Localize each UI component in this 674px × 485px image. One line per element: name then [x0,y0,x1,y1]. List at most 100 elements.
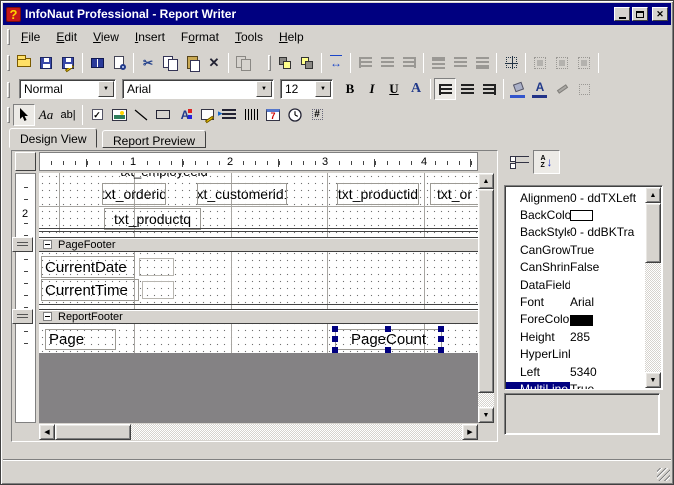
clipped-field[interactable]: txt_employeeid [97,173,231,180]
barcode-tool[interactable] [240,104,262,126]
align-rights-button[interactable] [398,52,420,74]
toolbar-grip[interactable] [268,54,271,71]
collapse-icon[interactable] [43,312,52,321]
field-currenttime[interactable]: CurrentTime [41,279,139,301]
property-name[interactable]: CanShrink [506,260,570,274]
property-name[interactable]: MultiLine [506,381,570,389]
scroll-right-button[interactable]: ▶ [462,424,478,440]
align-right-button[interactable] [478,78,500,100]
richtext-tool[interactable]: A [174,104,196,126]
field-txt-productq[interactable]: txt_productq [104,208,201,230]
copy-button[interactable] [159,52,181,74]
menu-help[interactable]: Help [271,28,312,46]
menu-grip[interactable] [7,28,10,45]
field-txt-productid[interactable]: txt_productid [337,183,419,205]
page-number-tool[interactable]: # [306,104,328,126]
page-break-tool[interactable] [218,104,240,126]
property-value[interactable]: 5340 [570,365,645,379]
cut-button[interactable]: ✂ [137,52,159,74]
property-value[interactable]: True [570,243,645,257]
property-row-datafield[interactable]: DataField [506,276,645,293]
property-value[interactable]: False [570,260,645,274]
border-button[interactable] [573,78,595,100]
property-row-height[interactable]: Height 285 [506,328,645,345]
size-combo[interactable]: 12 ▼ [280,79,333,99]
fill-color-button[interactable] [507,78,529,100]
resize-grip[interactable] [657,468,670,481]
toolbar-grip[interactable] [7,54,10,71]
field-txt-customerid1[interactable]: txt_customerid1 [197,183,287,205]
align-lefts-button[interactable] [354,52,376,74]
bold-button[interactable]: B [339,78,361,100]
menu-file[interactable]: File [13,28,48,46]
bring-to-front-button[interactable] [274,52,296,74]
italic-button[interactable]: I [361,78,383,100]
field-currentdate[interactable]: CurrentDate [41,256,135,278]
property-name[interactable]: DataField [506,278,570,292]
v-scrollbar-thumb[interactable] [478,189,494,393]
align-middles-button[interactable] [449,52,471,74]
property-value[interactable] [570,312,645,326]
tab-report-preview[interactable]: Report Preview [102,130,207,148]
line-tool[interactable] [130,104,152,126]
pointer-tool[interactable] [13,103,35,126]
checkbox-tool[interactable]: ✓ [86,104,108,126]
property-row-alignment[interactable]: Alignment 0 - ddTXLeft [506,189,645,206]
toolbar-grip[interactable] [7,81,10,98]
band-header-reportfooter[interactable]: ReportFooter [39,309,478,324]
horizontal-spacing-button[interactable]: ↔ [325,52,347,74]
chevron-down-icon[interactable]: ▼ [315,81,331,97]
property-name[interactable]: Alignment [506,191,570,205]
font-button[interactable]: A [405,78,427,100]
properties-scrollbar[interactable]: ▲ ▼ [645,187,661,388]
highlight-button[interactable] [551,78,573,100]
rectangle-tool[interactable] [152,104,174,126]
menu-insert[interactable]: Insert [127,28,173,46]
property-value[interactable]: 0 - ddBKTra [570,225,645,239]
empty-field[interactable] [139,258,174,276]
property-name[interactable]: HyperLink [506,347,570,361]
reorder-button[interactable] [232,52,254,74]
font-color-button[interactable]: A [529,78,551,100]
image-tool[interactable] [108,104,130,126]
property-row-backstyle[interactable]: BackStyle 0 - ddBKTra [506,224,645,241]
app-icon[interactable]: ? [6,6,21,22]
menu-format[interactable]: Format [173,28,227,46]
chevron-down-icon[interactable]: ▼ [256,81,272,97]
size-to-tallest-button[interactable] [551,52,573,74]
save-button[interactable] [35,52,57,74]
print-preview-button[interactable] [108,52,130,74]
underline-button[interactable]: U [383,78,405,100]
property-row-backcolor[interactable]: BackColor [506,206,645,223]
time-tool[interactable] [284,104,306,126]
band-handle[interactable] [12,309,33,324]
field-page[interactable]: Page [45,329,116,350]
property-row-hyperlink[interactable]: HyperLink [506,346,645,363]
field-txt-orderid[interactable]: txt_orderid [102,183,166,205]
label-tool[interactable]: Aa [35,104,57,126]
property-row-canshrink[interactable]: CanShrinkFalse [506,259,645,276]
close-button[interactable]: ✕ [652,7,668,21]
toolbar-grip[interactable] [7,106,10,123]
sort-alphabetic-button[interactable]: AZ ↓ [533,150,560,174]
font-combo[interactable]: Arial ▼ [122,79,274,99]
h-scrollbar-track[interactable] [131,424,462,440]
field-txt-or-clipped[interactable]: txt_or [430,183,478,205]
property-row-multiline[interactable]: MultiLine True [506,380,645,389]
scroll-up-button[interactable]: ▲ [478,173,494,189]
size-to-grid-button[interactable] [573,52,595,74]
scrollbar-track[interactable] [645,263,661,372]
selection-handle[interactable] [438,336,444,342]
selection-handle[interactable] [385,326,391,332]
empty-field[interactable] [142,281,174,299]
property-name[interactable]: BackStyle [506,225,570,239]
scrollbar-thumb[interactable] [645,203,661,263]
property-name[interactable]: CanGrow [506,243,570,257]
title-bar[interactable]: ? InfoNaut Professional - Report Writer … [3,3,671,25]
property-value[interactable]: Arial [570,295,645,309]
scroll-down-button[interactable]: ▼ [478,407,494,423]
property-row-font[interactable]: Font Arial [506,293,645,310]
textbox-tool[interactable]: ab| [57,104,79,126]
band-header-pagefooter[interactable]: PageFooter [39,237,478,252]
menu-edit[interactable]: Edit [48,28,85,46]
